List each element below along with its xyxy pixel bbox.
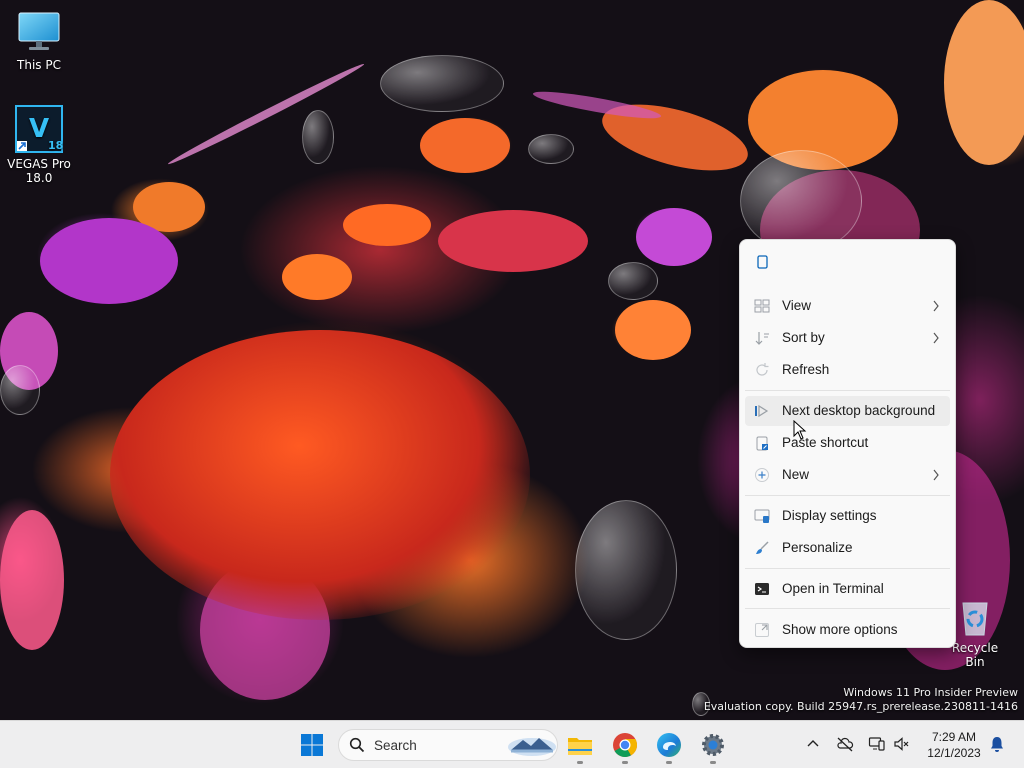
- running-indicator: [577, 761, 583, 764]
- menu-item-refresh[interactable]: Refresh: [745, 355, 950, 385]
- menu-item-label: Next desktop background: [782, 403, 936, 418]
- desktop-icon-label: This PC: [17, 58, 61, 72]
- menu-item-new[interactable]: New: [745, 460, 950, 490]
- wallpaper-glass-drop: [0, 365, 40, 415]
- taskbar-search-box[interactable]: Search: [338, 729, 558, 761]
- menu-separator: [745, 390, 950, 391]
- grid-icon: [754, 298, 770, 314]
- svg-text:18: 18: [48, 139, 63, 152]
- desktop-icon-vegas-pro[interactable]: V 18 VEGAS Pro 18.0: [7, 105, 71, 185]
- chevron-right-icon: [932, 468, 940, 482]
- menu-item-label: Sort by: [782, 330, 825, 345]
- evaluation-watermark: Windows 11 Pro Insider Preview Evaluatio…: [704, 686, 1018, 714]
- settings-icon: [702, 734, 724, 756]
- menu-item-label: New: [782, 467, 810, 482]
- desktop-icon-label: VEGAS Pro 18.0: [7, 157, 71, 185]
- running-indicator: [666, 761, 672, 764]
- menu-item-label: View: [782, 298, 812, 313]
- search-highlight-image: [507, 732, 557, 758]
- menu-separator: [745, 568, 950, 569]
- wallpaper-swirl: [110, 330, 530, 620]
- running-indicator: [622, 761, 628, 764]
- wallpaper-blob: [343, 204, 431, 246]
- cloud-offline-icon[interactable]: [836, 735, 854, 753]
- volume-muted-icon[interactable]: [893, 735, 911, 753]
- menu-item-label: Open in Terminal: [782, 581, 884, 596]
- wallpaper-glass-drop: [380, 55, 504, 112]
- wallpaper-glass-drop: [740, 150, 862, 252]
- start-button[interactable]: [296, 729, 328, 761]
- search-placeholder: Search: [374, 738, 417, 753]
- menu-item-paste-shortcut[interactable]: Paste shortcut: [745, 428, 950, 458]
- wallpaper-blob: [438, 210, 588, 272]
- wallpaper-blob: [0, 510, 64, 650]
- chrome-icon: [613, 733, 638, 758]
- menu-item-personalize[interactable]: Personalize: [745, 533, 950, 563]
- taskbar-clock[interactable]: 7:29 AM 12/1/2023: [916, 729, 992, 761]
- mouse-pointer-icon: [793, 419, 807, 440]
- network-icon[interactable]: [868, 735, 886, 753]
- menu-item-open-in-terminal[interactable]: Open in Terminal: [745, 574, 950, 604]
- desktop-wallpaper[interactable]: This PC V 18 VEGAS Pro 18.0 Recycle Bin …: [0, 0, 1024, 720]
- notification-bell-icon[interactable]: [988, 735, 1006, 753]
- edge-icon: [657, 733, 681, 757]
- wallpaper-glass-drop: [608, 262, 658, 300]
- chevron-right-icon: [932, 299, 940, 313]
- file-explorer-icon: [568, 738, 592, 755]
- display-icon: [754, 508, 770, 524]
- watermark-line-build: Evaluation copy. Build 25947.rs_prerelea…: [703, 700, 1018, 713]
- refresh-icon: [754, 362, 770, 378]
- running-indicator: [710, 761, 716, 764]
- wallpaper-blob: [944, 0, 1024, 165]
- vegas-pro-icon: V 18: [15, 105, 63, 153]
- settings-button[interactable]: [697, 729, 729, 761]
- wallpaper-blob: [615, 300, 691, 360]
- wallpaper-blob: [40, 218, 178, 304]
- menu-item-show-more-options[interactable]: Show more options: [745, 615, 950, 645]
- menu-separator: [745, 495, 950, 496]
- menu-separator: [745, 608, 950, 609]
- search-icon: [349, 737, 365, 753]
- wallpaper-glass-drop: [575, 500, 677, 640]
- sort-icon: [754, 330, 770, 346]
- expand-icon: [754, 622, 770, 638]
- recycle-bin-icon: [955, 597, 995, 637]
- menu-item-label: Show more options: [782, 622, 898, 637]
- menu-item-label: Display settings: [782, 508, 877, 523]
- wallpaper-blob: [420, 118, 510, 173]
- chrome-button[interactable]: [609, 729, 641, 761]
- menu-item-sort-by[interactable]: Sort by: [745, 323, 950, 353]
- plus-icon: [754, 467, 770, 483]
- chevron-up-icon[interactable]: [804, 735, 822, 753]
- menu-item-view[interactable]: View: [745, 291, 950, 321]
- copy-icon[interactable]: [754, 254, 770, 270]
- edge-button[interactable]: [653, 729, 685, 761]
- clock-time: 7:29 AM: [931, 730, 977, 744]
- desktop-context-menu: View Sort by Refresh Next desktop backgr…: [739, 239, 956, 648]
- menu-item-display-settings[interactable]: Display settings: [745, 501, 950, 531]
- taskbar: Search 7:29 AM 12/1/2023: [0, 720, 1024, 768]
- menu-item-label: Personalize: [782, 540, 853, 555]
- monitor-icon: [17, 10, 61, 54]
- wallpaper-glass-drop: [528, 134, 574, 164]
- paste-shortcut-icon: [754, 435, 770, 451]
- next-background-icon: [754, 403, 770, 419]
- desktop-icon-this-pc[interactable]: This PC: [7, 10, 71, 72]
- wallpaper-blob: [282, 254, 352, 300]
- file-explorer-button[interactable]: [564, 729, 596, 761]
- svg-text:V: V: [29, 114, 49, 144]
- brush-icon: [754, 540, 770, 556]
- wallpaper-streak: [166, 60, 366, 168]
- clock-date: 12/1/2023: [927, 746, 981, 760]
- chevron-right-icon: [932, 331, 940, 345]
- menu-item-next-desktop-background[interactable]: Next desktop background: [745, 396, 950, 426]
- start-icon: [301, 734, 323, 756]
- watermark-line-edition: Windows 11 Pro Insider Preview: [843, 686, 1018, 699]
- wallpaper-glass-drop: [302, 110, 334, 164]
- menu-item-label: Refresh: [782, 362, 830, 377]
- wallpaper-blob: [636, 208, 712, 266]
- terminal-icon: [754, 581, 770, 597]
